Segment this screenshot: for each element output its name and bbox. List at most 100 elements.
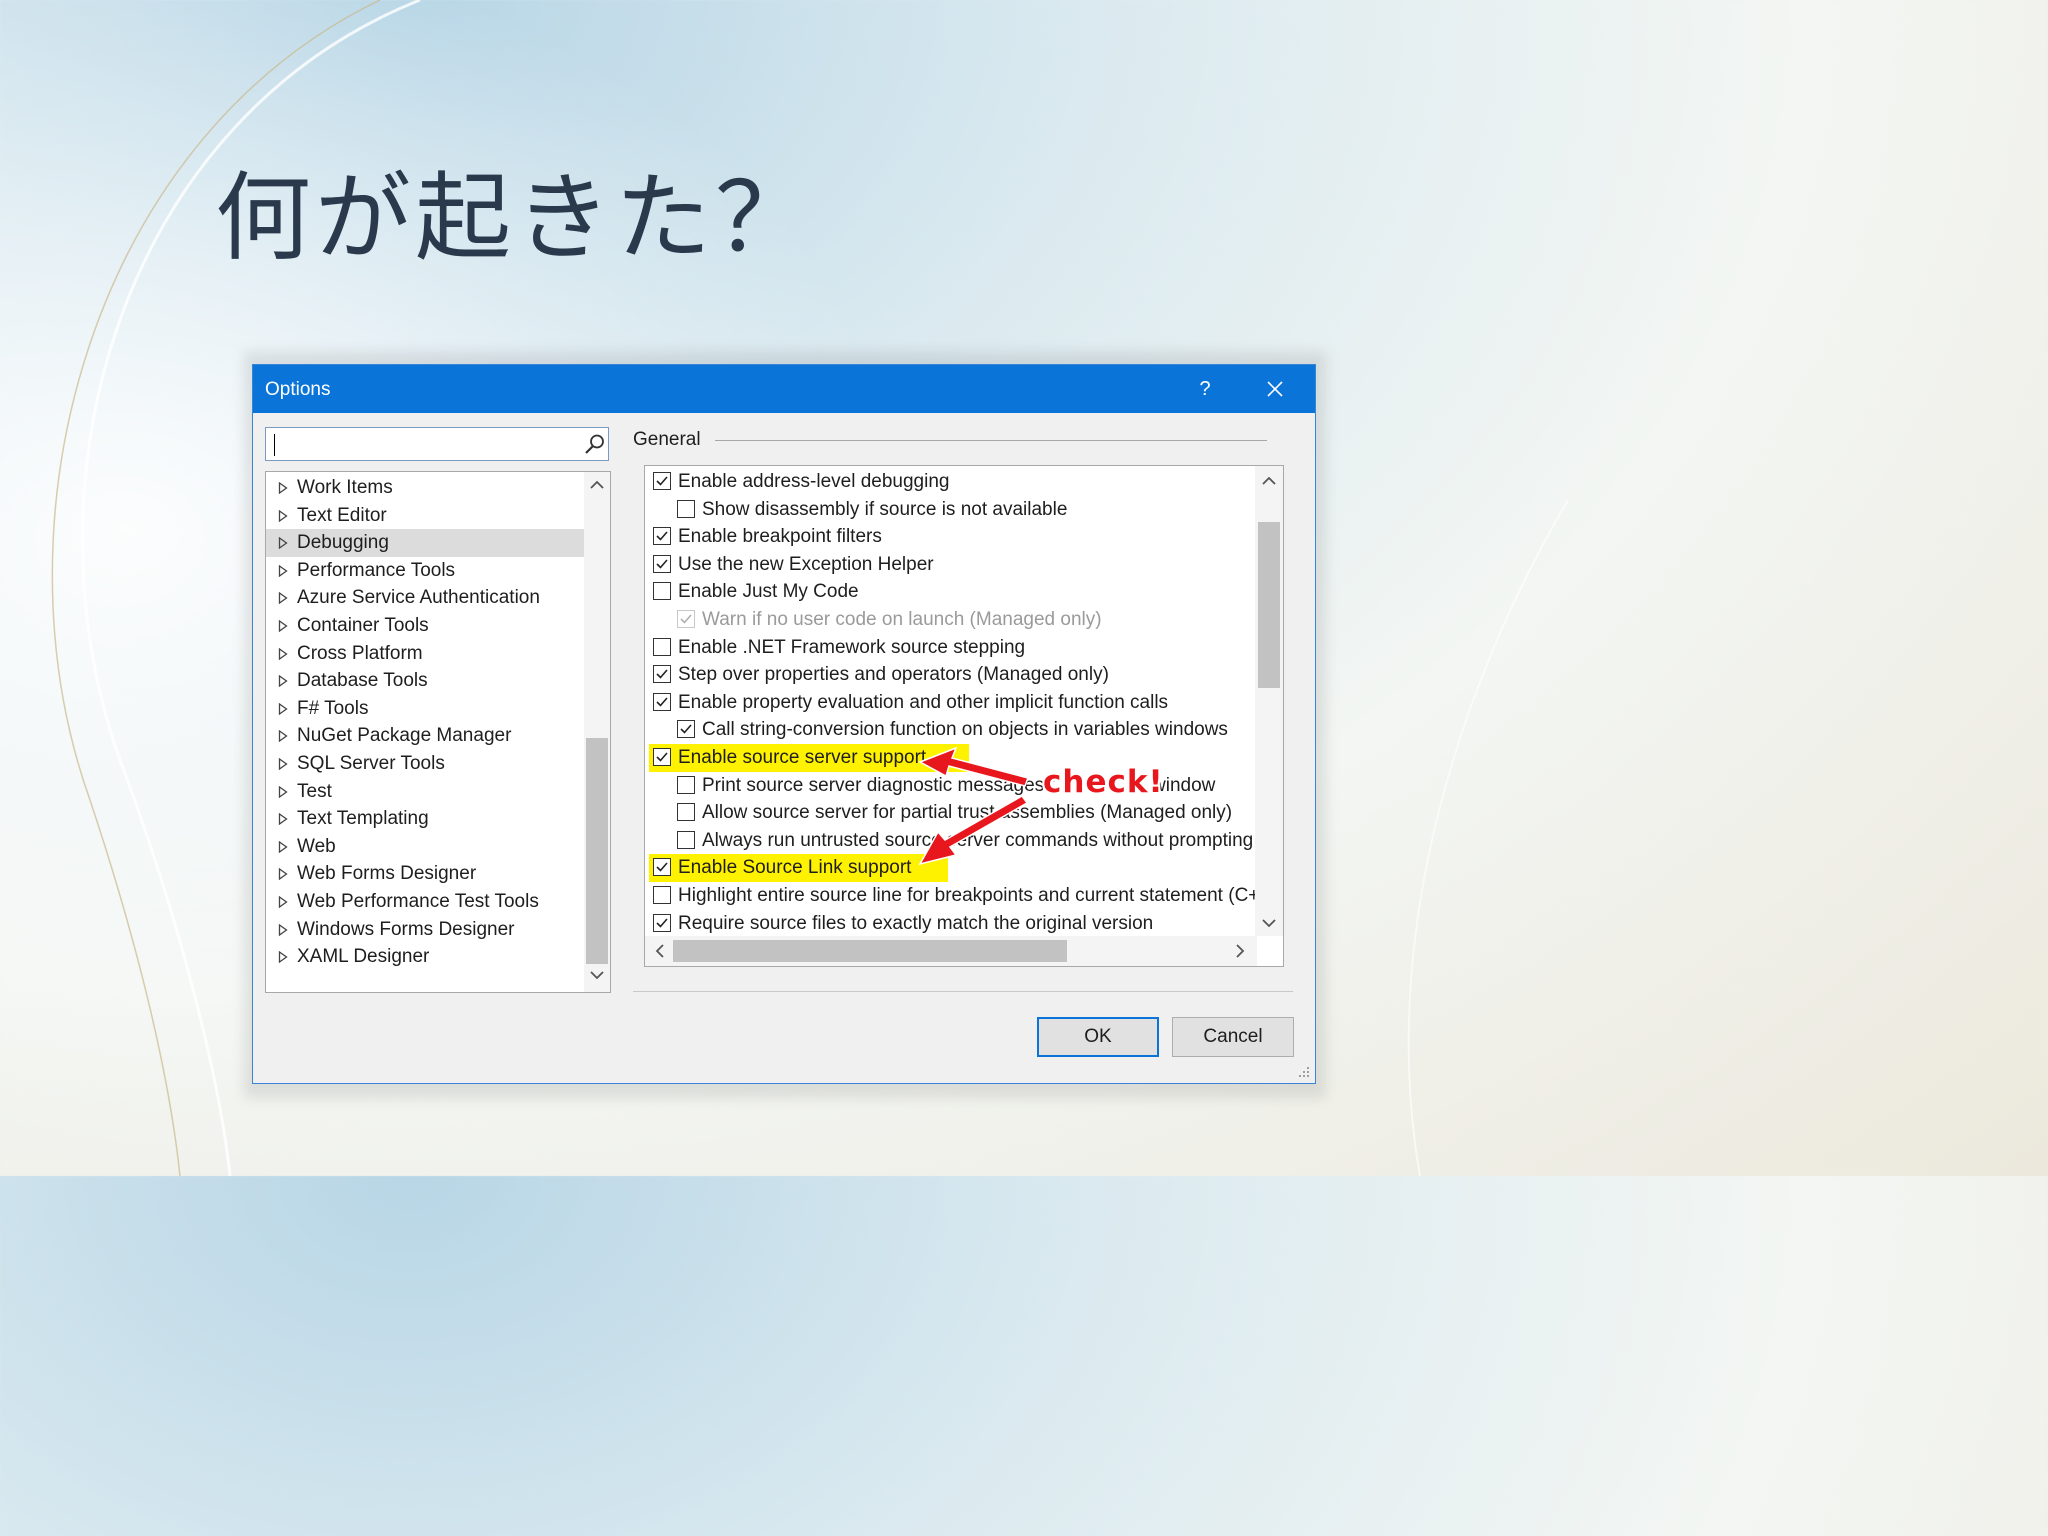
expand-arrow-icon[interactable] <box>278 785 288 798</box>
option-label: Use the new Exception Helper <box>678 553 934 575</box>
tree-item[interactable]: Windows Forms Designer <box>266 916 584 944</box>
option-label: Print source server diagnostic messages … <box>702 774 1055 796</box>
checkbox[interactable] <box>653 692 671 711</box>
scroll-down-icon[interactable] <box>590 970 604 980</box>
search-icon[interactable] <box>584 433 606 455</box>
close-icon <box>1267 381 1283 397</box>
scroll-up-icon[interactable] <box>590 480 604 490</box>
help-button[interactable]: ? <box>1185 373 1225 405</box>
expand-arrow-icon[interactable] <box>278 509 288 522</box>
expand-arrow-icon[interactable] <box>278 675 288 688</box>
checkbox[interactable] <box>653 554 671 573</box>
tree-item[interactable]: F# Tools <box>266 695 584 723</box>
options-hscroll-thumb[interactable] <box>673 940 1067 962</box>
expand-arrow-icon[interactable] <box>278 620 288 632</box>
expand-arrow-icon[interactable] <box>278 923 288 936</box>
options-vertical-scrollbar[interactable] <box>1255 466 1283 936</box>
dialog-titlebar[interactable]: Options ? <box>253 365 1315 413</box>
expand-arrow-icon[interactable] <box>278 702 288 715</box>
checkbox[interactable] <box>677 720 695 739</box>
tree-item[interactable]: Web Forms Designer <box>266 860 584 888</box>
cancel-button[interactable]: Cancel <box>1172 1017 1294 1057</box>
resize-grip-icon[interactable] <box>1297 1065 1311 1079</box>
option-label: Enable breakpoint filters <box>678 526 882 548</box>
tree-item-label: Text Editor <box>297 504 387 526</box>
expand-arrow-icon[interactable] <box>278 868 288 881</box>
tree-item[interactable]: XAML Designer <box>266 943 584 971</box>
checkbox[interactable] <box>653 748 671 766</box>
tree-item[interactable]: Text Editor <box>266 502 584 530</box>
option-label: Require source files to exactly match th… <box>678 912 1154 934</box>
tree-item[interactable]: Azure Service Authentication <box>266 584 584 612</box>
expand-arrow-icon[interactable] <box>278 758 288 770</box>
tree-item[interactable]: Web Performance Test Tools <box>266 888 584 916</box>
scroll-down-icon[interactable] <box>1262 918 1276 928</box>
checkmark-icon <box>656 531 668 541</box>
tree-item[interactable]: Debugging <box>266 529 584 558</box>
tree-item[interactable]: Performance Tools <box>266 557 584 585</box>
tree-item-label: SQL Server Tools <box>297 753 445 774</box>
checkbox[interactable] <box>653 582 671 601</box>
checkmark-icon <box>656 697 668 707</box>
tree-item-label: Container Tools <box>297 615 429 636</box>
tree-item[interactable]: Database Tools <box>266 667 584 695</box>
checkbox[interactable] <box>653 637 671 656</box>
checkbox[interactable] <box>677 499 695 518</box>
options-scroll-thumb[interactable] <box>1258 522 1280 688</box>
expand-arrow-icon[interactable] <box>278 592 288 605</box>
section-title: General <box>633 429 701 450</box>
ok-button[interactable]: OK <box>1037 1017 1159 1057</box>
checkmark-icon <box>656 918 668 928</box>
tree-item-label: NuGet Package Manager <box>297 725 512 747</box>
search-box[interactable] <box>265 427 609 461</box>
tree-item[interactable]: Text Templating <box>266 805 584 833</box>
options-horizontal-scrollbar[interactable] <box>645 936 1257 966</box>
checkbox[interactable] <box>653 472 671 490</box>
expand-arrow-icon[interactable] <box>278 840 288 853</box>
tree-scroll-thumb[interactable] <box>586 738 608 964</box>
tree-item-label: Debugging <box>297 532 389 554</box>
options-list: Enable address-level debugging Show disas… <box>644 465 1284 967</box>
expand-arrow-icon[interactable] <box>278 730 288 743</box>
tree-item[interactable]: Cross Platform <box>266 640 584 668</box>
expand-arrow-icon[interactable] <box>278 951 288 964</box>
checkbox[interactable] <box>677 830 695 849</box>
tree-item[interactable]: Container Tools <box>266 612 584 640</box>
tree-item[interactable]: Test <box>266 778 584 806</box>
scroll-left-icon[interactable] <box>655 944 665 958</box>
search-input[interactable] <box>270 431 574 459</box>
tree-item[interactable]: NuGet Package Manager <box>266 722 584 750</box>
expand-arrow-icon[interactable] <box>278 896 288 908</box>
expand-arrow-icon[interactable] <box>278 813 288 826</box>
tree-item-label: Cross Platform <box>297 642 423 664</box>
tree-scrollbar[interactable] <box>584 472 610 992</box>
expand-arrow-icon[interactable] <box>278 564 288 577</box>
close-button[interactable] <box>1253 373 1297 405</box>
expand-arrow-icon[interactable] <box>278 537 288 550</box>
tree-item-label: F# Tools <box>297 697 369 719</box>
checkmark-icon <box>656 862 668 873</box>
options-dialog: Options ? Work Items Text Editor Debugging… <box>252 364 1316 1084</box>
checkbox[interactable] <box>677 803 695 822</box>
option-label: Enable Just My Code <box>678 581 859 603</box>
tree-item[interactable]: SQL Server Tools <box>266 750 584 778</box>
scroll-right-icon[interactable] <box>1235 944 1245 958</box>
tree-item-label: Web Performance Test Tools <box>297 891 539 912</box>
scroll-up-icon[interactable] <box>1262 476 1276 486</box>
expand-arrow-icon[interactable] <box>278 647 288 660</box>
tree-item[interactable]: Web <box>266 833 584 861</box>
option-label: Enable property evaluation and other imp… <box>678 691 1169 713</box>
checkbox[interactable] <box>677 775 695 794</box>
checkbox[interactable] <box>653 913 671 932</box>
checkmark-icon <box>656 476 668 486</box>
tree-item-label: XAML Designer <box>297 946 430 968</box>
option-label: Always run untrusted source server comma… <box>702 829 1254 851</box>
expand-arrow-icon[interactable] <box>278 482 288 494</box>
checkbox[interactable] <box>653 886 671 904</box>
tree-item[interactable]: Work Items <box>266 474 584 502</box>
option-label: Enable source server support <box>678 747 927 768</box>
checkbox[interactable] <box>653 527 671 546</box>
checkbox[interactable] <box>653 665 671 684</box>
checkbox[interactable] <box>653 858 671 877</box>
footer-divider <box>633 991 1293 992</box>
